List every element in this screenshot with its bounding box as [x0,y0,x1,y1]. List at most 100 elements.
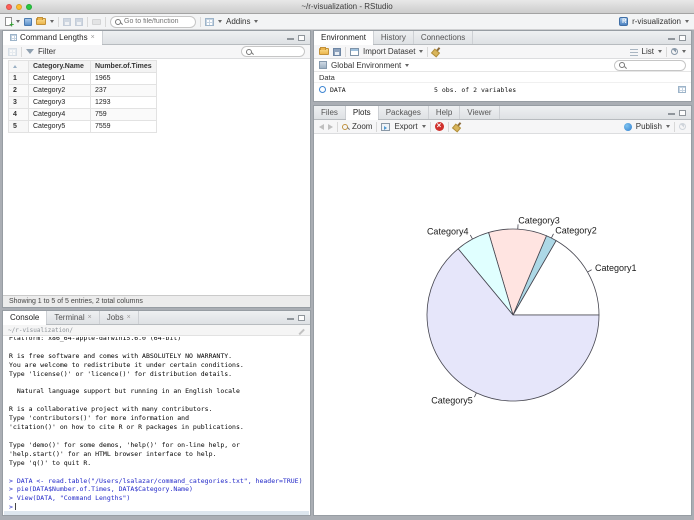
list-view-icon [630,49,638,56]
publish-dropdown-icon[interactable] [666,125,670,128]
console-hscrollbar[interactable] [4,511,309,515]
console-output-line [9,468,304,477]
remove-plot-icon[interactable] [435,122,444,131]
tab-environment[interactable]: Environment [314,31,374,44]
console-output-line: You are welcome to redistribute it under… [9,361,304,370]
close-window-icon[interactable] [6,4,12,10]
project-menu-button[interactable]: r-visualization [632,17,681,26]
save-workspace-icon[interactable] [333,48,341,56]
console-output-line: 'help.start()' for an HTML browser inter… [9,450,304,459]
minimize-pane-icon[interactable] [287,318,294,320]
maximize-pane-icon[interactable] [679,35,686,41]
table-row[interactable]: 4Category4759 [9,109,157,121]
pie-label: Category3 [518,216,560,226]
next-plot-icon[interactable] [328,124,333,130]
export-dropdown-icon[interactable] [422,125,426,128]
tab-plots[interactable]: Plots [346,106,379,119]
table-row[interactable]: 3Category31293 [9,97,157,109]
table-cell: 2 [9,85,29,97]
environment-search-box[interactable] [614,60,686,71]
console-input-line: > View(DATA, "Command Lengths") [9,494,304,503]
tab-packages[interactable]: Packages [379,106,429,119]
minimize-pane-icon[interactable] [668,113,675,115]
maximize-pane-icon[interactable] [298,315,305,321]
console-output[interactable]: Platform: x86_64-apple-darwin15.6.0 (64-… [3,337,310,513]
tab-files[interactable]: Files [314,106,346,119]
previous-plot-icon[interactable] [319,124,324,130]
view-table-icon[interactable] [678,86,686,93]
table-row[interactable]: 5Category57559 [9,121,157,133]
open-file-icon[interactable] [36,18,46,25]
close-tab-icon[interactable] [91,34,95,41]
pie-label: Category4 [427,227,469,237]
list-dropdown-icon[interactable] [658,50,662,53]
project-dropdown-icon[interactable] [685,20,689,23]
minimize-pane-icon[interactable] [668,38,675,40]
toolbar-separator [666,47,667,57]
import-dropdown-icon[interactable] [419,50,423,53]
refresh-data-icon[interactable] [8,48,17,56]
addins-dropdown-icon[interactable] [254,20,258,23]
open-file-dropdown-icon[interactable] [50,20,54,23]
console-panel: Console Terminal Jobs ~/r-visualization/… [2,310,311,516]
table-row[interactable]: 1Category11965 [9,73,157,85]
environment-object-row[interactable]: DATA5 obs. of 2 variables [314,83,691,96]
publish-button[interactable]: Publish [636,122,662,131]
close-tab-icon[interactable] [88,314,92,321]
row-number-header[interactable] [9,61,29,73]
tab-history[interactable]: History [374,31,414,44]
refresh-dropdown-icon[interactable] [682,50,686,53]
goto-file-input[interactable] [124,18,191,25]
tab-connections[interactable]: Connections [414,31,473,44]
console-output-line: Type 'q()' to quit R. [9,459,304,468]
maximize-pane-icon[interactable] [298,35,305,41]
scope-selector[interactable]: Global Environment [331,61,401,70]
text-cursor [15,503,16,510]
import-dataset-button[interactable]: Import Dataset [363,47,415,56]
list-view-button[interactable]: List [642,47,654,56]
minimize-pane-icon[interactable] [287,38,294,40]
save-icon[interactable] [63,18,71,26]
load-workspace-icon[interactable] [319,48,329,55]
tab-jobs[interactable]: Jobs [100,311,139,324]
new-file-icon[interactable] [5,17,12,26]
new-file-dropdown-icon[interactable] [16,20,20,23]
r-environment-icon [319,61,327,69]
column-header-category-name[interactable]: Category.Name [29,61,91,73]
table-row[interactable]: 2Category2237 [9,85,157,97]
column-header-number-of-times[interactable]: Number.of.Times [91,61,157,73]
new-project-icon[interactable] [24,18,32,26]
minimize-window-icon[interactable] [16,4,22,10]
tab-help[interactable]: Help [429,106,460,119]
clear-workspace-icon[interactable] [432,47,441,56]
scope-dropdown-icon[interactable] [405,64,409,67]
filter-button[interactable]: Filter [38,47,56,56]
tab-command-lengths[interactable]: Command Lengths [3,31,103,44]
tab-terminal[interactable]: Terminal [47,311,99,324]
environment-search-input[interactable] [628,62,681,69]
table-cell: 759 [91,109,157,121]
addins-button[interactable]: Addins [226,17,250,26]
tab-console[interactable]: Console [3,311,47,324]
zoom-window-icon[interactable] [26,4,32,10]
close-tab-icon[interactable] [127,314,131,321]
print-icon[interactable] [92,19,101,25]
refresh-plot-icon[interactable] [679,123,686,130]
export-plot-button[interactable]: Export [394,122,417,131]
table-search-box[interactable] [241,46,305,57]
toolbar-separator [427,47,428,57]
refresh-environment-icon[interactable] [671,48,678,55]
goto-file-search[interactable] [110,16,196,28]
tab-viewer[interactable]: Viewer [460,106,499,119]
toolbar-separator [200,17,201,27]
panes-dropdown-icon[interactable] [218,20,222,23]
edit-icon[interactable] [298,329,304,335]
save-all-icon[interactable] [75,18,83,26]
clear-all-plots-icon[interactable] [453,122,462,131]
environment-tabbar: Environment History Connections [314,31,691,45]
zoom-plot-button[interactable]: Zoom [352,122,372,131]
plots-tabbar: Files Plots Packages Help Viewer [314,106,691,120]
workspace-panes-icon[interactable] [205,18,214,26]
maximize-pane-icon[interactable] [679,110,686,116]
table-search-input[interactable] [255,48,300,55]
